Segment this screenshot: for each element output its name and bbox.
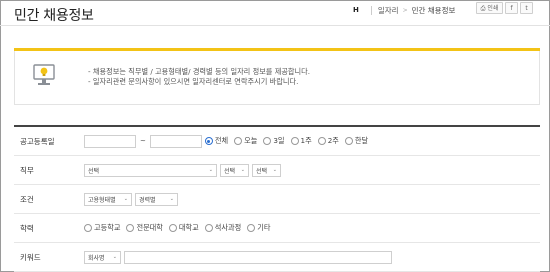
career-select[interactable]: 경력별 ⌄ — [135, 192, 178, 206]
period-radio-all[interactable]: 전체 — [204, 136, 228, 146]
radio-dot[interactable] — [247, 224, 256, 232]
row-reg-date: 공고등록일 ~ 전체 오늘 3일 1주 2주 한달 — [14, 127, 540, 156]
search-form: 공고등록일 ~ 전체 오늘 3일 1주 2주 한달 직무 선택 ⌄ 선택 ⌄ 선택 ⌄… — [14, 125, 540, 272]
education-radio-other[interactable]: 기타 — [247, 223, 270, 233]
period-radio-1week[interactable]: 1주 — [290, 136, 312, 146]
radio-dot[interactable] — [290, 137, 299, 145]
job-select-tertiary[interactable]: 선택 ⌄ — [252, 163, 281, 177]
title-divider — [0, 25, 550, 26]
twitter-share-button[interactable]: t — [520, 2, 533, 14]
condition-label: 조건 — [20, 194, 34, 204]
monitor-bulb-icon — [33, 64, 55, 85]
education-radio-masters[interactable]: 석사과정 — [204, 223, 241, 233]
radio-dot[interactable] — [126, 224, 135, 232]
keyword-type-select[interactable]: 회사명 ⌄ — [84, 250, 121, 264]
radio-dot[interactable] — [317, 137, 326, 145]
notice-accent-bar — [14, 48, 540, 51]
page-title: 민간 채용정보 — [14, 8, 94, 24]
start-date-input[interactable] — [84, 134, 136, 148]
breadcrumb-divider — [370, 5, 372, 15]
chevron-down-icon: ⌄ — [272, 167, 277, 173]
radio-dot[interactable] — [84, 224, 92, 232]
row-job: 직무 선택 ⌄ 선택 ⌄ 선택 ⌄ — [14, 156, 540, 185]
row-condition: 조건 고용형태별 ⌄ 경력별 ⌄ — [14, 185, 540, 214]
chevron-down-icon: ⌄ — [169, 196, 174, 202]
period-radio-today[interactable]: 오늘 — [234, 136, 257, 146]
radio-dot[interactable] — [263, 137, 272, 145]
row-education: 학력 고등학교 전문대학 대학교 석사과정 기타 — [14, 214, 540, 243]
home-icon[interactable]: H — [353, 6, 359, 14]
keyword-input[interactable] — [124, 250, 392, 264]
chevron-down-icon: ⌄ — [123, 196, 128, 202]
radio-dot[interactable] — [204, 137, 213, 145]
education-radio-university[interactable]: 대학교 — [168, 223, 199, 233]
keyword-label: 키워드 — [20, 252, 41, 262]
row-keyword: 키워드 회사명 ⌄ — [14, 243, 540, 272]
period-radio-2weeks[interactable]: 2주 — [317, 136, 339, 146]
period-radio-1month[interactable]: 한달 — [344, 136, 368, 146]
end-date-input[interactable] — [149, 134, 202, 148]
breadcrumb-item-current[interactable]: 민간 채용정보 — [412, 5, 456, 16]
reg-date-label: 공고등록일 — [20, 136, 55, 146]
date-range-tilde: ~ — [140, 137, 146, 145]
education-label: 학력 — [20, 223, 34, 233]
notice-line: - 일자리관련 문의사항이 있으시면 일자리센터로 연락주시기 바랍니다. — [88, 77, 299, 86]
education-radio-high-school[interactable]: 고등학교 — [84, 223, 120, 233]
radio-dot[interactable] — [234, 137, 243, 145]
chevron-down-icon: ⌄ — [112, 254, 117, 260]
job-select-primary[interactable]: 선택 ⌄ — [84, 163, 217, 177]
radio-dot[interactable] — [168, 224, 177, 232]
radio-dot[interactable] — [204, 224, 213, 232]
notice-box: - 채용정보는 직무별 / 고용형태별/ 경력별 등의 일자리 정보를 제공합니… — [14, 48, 540, 105]
radio-dot[interactable] — [344, 137, 353, 145]
job-label: 직무 — [20, 165, 34, 175]
chevron-down-icon: ⌄ — [240, 167, 245, 173]
job-select-secondary[interactable]: 선택 ⌄ — [220, 163, 249, 177]
chevron-down-icon: ⌄ — [208, 167, 213, 173]
facebook-share-button[interactable]: f — [505, 2, 518, 14]
education-radio-college[interactable]: 전문대학 — [126, 223, 163, 233]
notice-line: - 채용정보는 직무별 / 고용형태별/ 경력별 등의 일자리 정보를 제공합니… — [88, 67, 311, 76]
breadcrumb: H 일자리 > 민간 채용정보 — [353, 3, 455, 17]
employment-type-select[interactable]: 고용형태별 ⌄ — [84, 192, 132, 206]
notice-text: - 채용정보는 직무별 / 고용형태별/ 경력별 등의 일자리 정보를 제공합니… — [88, 67, 310, 87]
period-radio-3days[interactable]: 3일 — [263, 136, 285, 146]
utility-buttons: ⎙ 인쇄 f t — [476, 2, 533, 14]
breadcrumb-item-jobs[interactable]: 일자리 — [378, 5, 399, 16]
chevron-right-icon: > — [402, 6, 408, 14]
print-button[interactable]: ⎙ 인쇄 — [476, 2, 503, 14]
